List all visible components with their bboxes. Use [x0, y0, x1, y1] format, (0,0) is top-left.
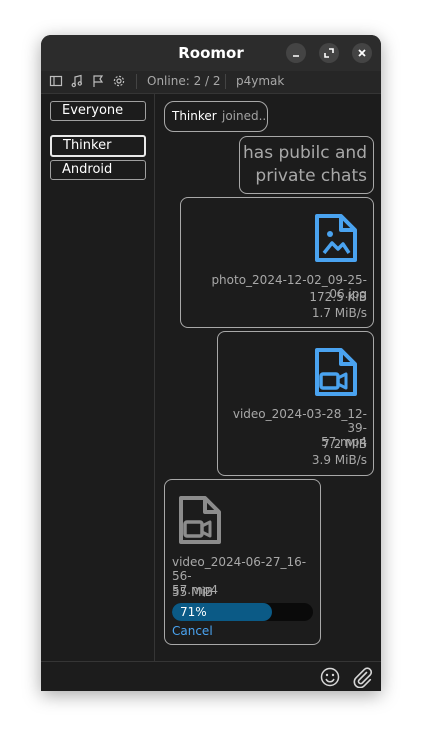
join-text: joined..: [222, 109, 267, 123]
chat-area: Thinker joined.. has pubilc and private …: [155, 94, 381, 661]
flag-icon[interactable]: [91, 74, 105, 88]
toolbar-divider: [225, 74, 226, 89]
minimize-icon: [293, 55, 299, 57]
app-window: Roomor Online: 2 / 2 p4ymak Everyone Thi…: [41, 35, 381, 691]
sender-name: Thinker: [172, 109, 217, 123]
gear-icon[interactable]: [112, 74, 126, 88]
text-message: has pubilc and private chats: [239, 136, 374, 194]
file-size: 55 MiB: [172, 585, 214, 599]
progress-label: 71%: [180, 605, 207, 619]
image-file-icon: [315, 214, 357, 262]
download-progress-bar: 71%: [172, 603, 313, 621]
message-text: has pubilc and private chats: [243, 142, 367, 188]
bottom-bar: [41, 661, 381, 691]
sidebar-item-everyone[interactable]: Everyone: [50, 101, 146, 121]
maximize-icon: [324, 48, 334, 58]
minimize-button[interactable]: [286, 43, 306, 63]
peer-sidebar: Everyone Thinker Android: [41, 94, 155, 661]
online-count: Online: 2 / 2: [147, 74, 221, 88]
title-bar: Roomor: [41, 35, 381, 71]
incoming-video-message[interactable]: video_2024-06-27_16-56- 57.mp4 55 MiB 71…: [164, 479, 321, 645]
video-file-icon: [315, 348, 357, 396]
smiley-icon[interactable]: [320, 667, 340, 687]
transfer-speed: 3.9 MiB/s: [311, 453, 367, 467]
sidebar-item-label: Thinker: [63, 138, 112, 153]
cancel-link[interactable]: Cancel: [172, 624, 213, 638]
toolbar-divider: [136, 74, 137, 89]
close-icon: [358, 49, 366, 57]
photo-file-message[interactable]: photo_2024-12-02_09-25-06.jpg 172.5 KiB …: [180, 197, 374, 328]
file-name-line: video_2024-03-28_12-39-: [232, 407, 367, 435]
sidebar-item-label: Android: [62, 162, 113, 177]
sidebar-toggle-icon[interactable]: [49, 74, 63, 88]
file-name-line: video_2024-06-27_16-56-: [172, 555, 307, 583]
maximize-button[interactable]: [319, 43, 339, 63]
video-file-message[interactable]: video_2024-03-28_12-39- 57.mp4 7.2 MiB 3…: [217, 331, 374, 476]
video-file-icon: [179, 496, 221, 544]
username: p4ymak: [236, 74, 285, 88]
sidebar-item-android[interactable]: Android: [50, 160, 146, 180]
message-line: has pubilc and: [243, 143, 367, 163]
sidebar-item-thinker[interactable]: Thinker: [50, 135, 146, 157]
transfer-speed: 1.7 MiB/s: [311, 306, 367, 320]
sidebar-item-label: Everyone: [62, 103, 124, 118]
toolbar: Online: 2 / 2 p4ymak: [41, 71, 381, 94]
file-size: 172.5 KiB: [309, 290, 367, 304]
close-button[interactable]: [352, 43, 372, 63]
music-icon[interactable]: [70, 74, 84, 88]
file-size: 7.2 MiB: [322, 437, 367, 451]
join-message: Thinker joined..: [164, 101, 268, 132]
paperclip-icon[interactable]: [351, 666, 373, 688]
message-line: private chats: [255, 166, 367, 186]
